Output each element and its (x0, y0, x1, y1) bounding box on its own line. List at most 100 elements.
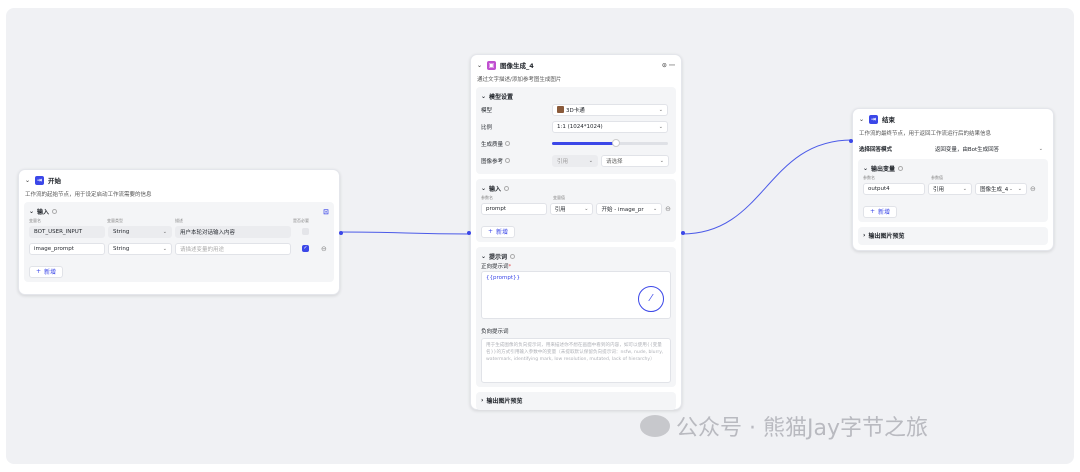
model-value: 3D卡通 (566, 107, 585, 114)
image-output-handle[interactable] (681, 231, 685, 235)
add-output-button[interactable]: + 新增 (863, 205, 898, 218)
watermark-text: 公众号 · 熊猫Jay字节之旅 (676, 416, 928, 441)
value-type-select[interactable]: 引用 ⌄ (928, 182, 972, 195)
ratio-label: 比例 (481, 124, 493, 131)
watermark: 公众号 · 熊猫Jay字节之旅 (640, 410, 928, 442)
positive-prompt-input[interactable]: {{prompt}} ⁄ (481, 270, 671, 319)
add-input-button[interactable]: + 新增 (481, 225, 516, 238)
type-value: String (113, 228, 130, 235)
negative-prompt-input[interactable]: 用于生成图像的负向提示词，用来描述你不想在画面中看到的内容，如可以使用{{变量名… (481, 337, 671, 383)
col-desc: 描述 (175, 217, 183, 223)
param-name-field[interactable]: output4 (863, 182, 925, 195)
var-name-field[interactable]: BOT_USER_INPUT (29, 225, 105, 238)
wechat-logo-icon (640, 415, 670, 437)
value-type: 引用 (933, 186, 945, 193)
var-name-field[interactable]: image_prompt (29, 242, 105, 255)
slider-handle[interactable] (611, 139, 620, 147)
col-value: 变量值 (553, 194, 565, 200)
expand-chevron-icon: › (481, 397, 484, 404)
value-type-select[interactable]: 引用 ⌄ (549, 202, 594, 215)
section-chevron-icon[interactable]: ⌄ (481, 253, 486, 260)
chevron-down-icon: ⌄ (658, 123, 663, 130)
end-icon: ⇥ (869, 114, 878, 124)
reference-value: 开始 - image_pr (601, 206, 644, 213)
mode-select[interactable]: 返回变量，由Bot生成回答 ⌄ (930, 142, 1047, 155)
col-param: 参数名 (481, 194, 493, 200)
collapse-chevron-icon[interactable]: ⌄ (859, 116, 869, 123)
chevron-down-icon: ⌄ (162, 245, 167, 252)
desc-field[interactable]: 用户本轮对话输入内容 (175, 225, 291, 238)
edge-start-image (339, 231, 471, 235)
end-input-handle[interactable] (849, 139, 853, 143)
required-checkbox[interactable] (302, 228, 309, 235)
model-select[interactable]: 3D卡通 ⌄ (552, 103, 668, 116)
info-icon (504, 186, 510, 191)
magic-wand-icon[interactable]: ⁄ (638, 285, 664, 312)
mode-label: 选择回答模式 (859, 146, 893, 153)
expand-icon[interactable]: ⊡ (323, 208, 329, 216)
node-description: 通过文字描述/添加参考图生成图片 (477, 77, 562, 83)
workflow-canvas[interactable]: ⌄ ⇥ 开始 工作流的起始节点，用于设定启动工作流需要的信息 ⌄ 输入 ⊡ 变量名… (6, 8, 1074, 464)
remove-icon[interactable]: ⊖ (665, 205, 671, 213)
col-value: 参数值 (931, 174, 943, 180)
info-icon (52, 209, 58, 214)
add-label: 新增 (44, 269, 57, 276)
node-description: 工作流的最终节点，用于返回工作流运行后的结果信息 (859, 131, 992, 137)
desc-field[interactable]: 请描述变量的用途 (175, 242, 291, 255)
node-title: 开始 (48, 177, 61, 185)
positive-label: 正向提示词 (481, 263, 509, 270)
quality-slider[interactable] (552, 139, 668, 147)
chevron-down-icon: ⌄ (584, 205, 589, 212)
positive-value: {{prompt}} (486, 274, 520, 281)
reference-select[interactable]: 图像生成_4 - ⌄ (975, 182, 1027, 195)
add-variable-button[interactable]: + 新增 (29, 265, 64, 278)
node-description: 工作流的起始节点，用于设定启动工作流需要的信息 (25, 192, 152, 198)
model-section: ⌄ 模型设置 模型 3D卡通 ⌄ 比例 1:1 (1024*1024) ⌄ 生成质量 … (476, 87, 676, 174)
table-row: BOT_USER_INPUT String ⌄ 用户本轮对话输入内容 (29, 224, 329, 239)
start-node[interactable]: ⌄ ⇥ 开始 工作流的起始节点，用于设定启动工作流需要的信息 ⌄ 输入 ⊡ 变量名… (18, 169, 343, 295)
output-preview-section[interactable]: › 输出图片预览 (476, 391, 676, 410)
col-required: 是否必要 (293, 217, 309, 223)
remove-icon[interactable]: ⊖ (1030, 185, 1036, 193)
start-output-handle[interactable] (339, 231, 343, 235)
section-chevron-icon[interactable]: ⌄ (863, 165, 868, 172)
required-checkbox-checked[interactable]: ✓ (302, 245, 309, 252)
type-value: String (113, 245, 130, 252)
type-select[interactable]: String ⌄ (108, 225, 172, 238)
add-label: 新增 (878, 209, 891, 216)
output-preview-section[interactable]: › 输出图片预览 (858, 226, 1048, 245)
chevron-down-icon: ⌄ (162, 228, 167, 235)
image-generation-node[interactable]: ⌄ ▣ 图像生成_4 ⊙ ⋯ 通过文字描述/添加参考图生成图片 ⌄ 模型设置 模型… (467, 54, 685, 410)
table-row: output4 引用 ⌄ 图像生成_4 - ⌄ ⊖ (863, 181, 1043, 196)
section-title: 输出图片预览 (486, 398, 523, 405)
ref-value: 引用 (557, 158, 569, 165)
run-and-more-icon[interactable]: ⊙ ⋯ (662, 62, 675, 69)
collapse-chevron-icon[interactable]: ⌄ (25, 177, 35, 184)
image-input-handle[interactable] (467, 231, 471, 235)
prompt-section: ⌄ 提示词 正向提示词* {{prompt}} ⁄ 负向提示词 用于生成图像的负向… (476, 246, 676, 387)
chevron-down-icon: ⌄ (652, 205, 658, 212)
section-chevron-icon[interactable]: ⌄ (29, 208, 34, 215)
quality-label: 生成质量 (481, 141, 504, 148)
end-node[interactable]: ⌄ ⇥ 结束 工作流的最终节点，用于返回工作流运行后的结果信息 选择回答模式 返… (849, 108, 1054, 251)
chevron-down-icon: ⌄ (659, 157, 664, 164)
section-title: 输入 (37, 209, 50, 216)
section-title: 输出图片预览 (868, 233, 905, 240)
ref-select[interactable]: 请选择 ⌄ (601, 154, 669, 167)
collapse-chevron-icon[interactable]: ⌄ (477, 62, 487, 69)
node-title: 图像生成_4 (500, 62, 534, 70)
remove-icon[interactable]: ⊖ (321, 245, 327, 253)
section-chevron-icon[interactable]: ⌄ (481, 185, 486, 192)
type-select[interactable]: String ⌄ (108, 242, 172, 255)
ref-type-select[interactable]: 引用 ⌄ (552, 154, 598, 167)
ratio-value: 1:1 (1024*1024) (557, 123, 603, 130)
chevron-down-icon: ⌄ (1017, 185, 1022, 192)
section-chevron-icon[interactable]: ⌄ (481, 93, 486, 100)
input-section: ⌄ 输入 参数名 变量值 prompt 引用 ⌄ 开始 - image_pr ⌄ ⊖ +… (476, 179, 676, 242)
param-name-field[interactable]: prompt (481, 202, 547, 215)
info-icon (505, 158, 511, 163)
chevron-down-icon: ⌄ (588, 157, 593, 164)
ratio-select[interactable]: 1:1 (1024*1024) ⌄ (552, 120, 668, 133)
reference-select[interactable]: 开始 - image_pr ⌄ (596, 202, 663, 215)
chevron-down-icon: ⌄ (1038, 145, 1043, 152)
